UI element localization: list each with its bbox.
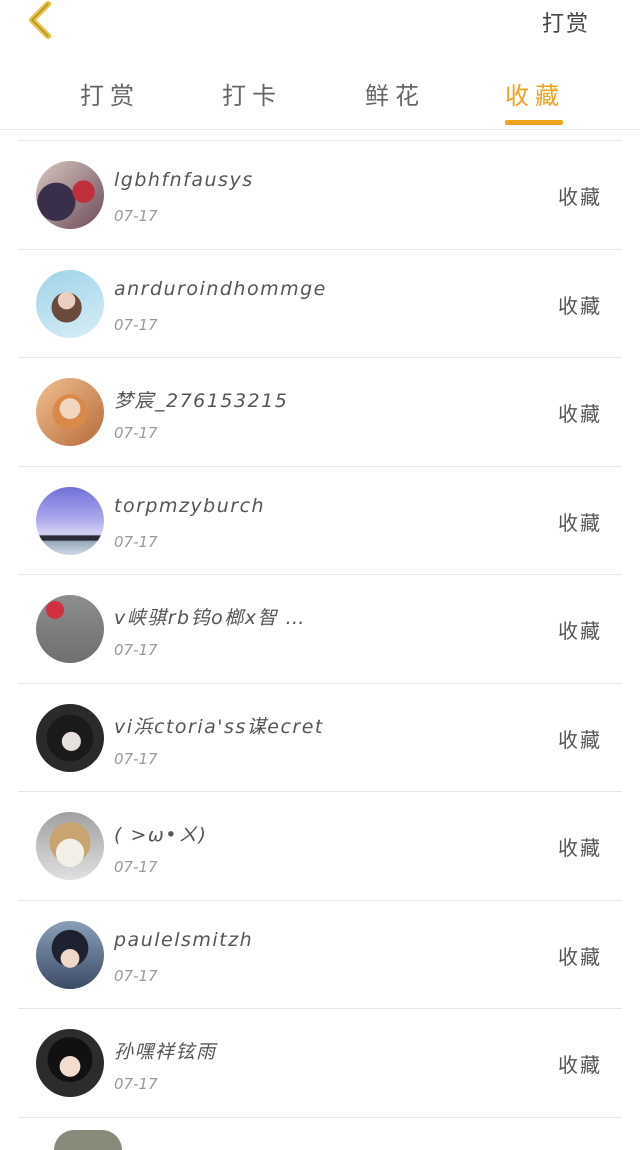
user-name: vi浜ctoria'ss谋ecret [114,715,324,738]
date: 07-17 [114,749,158,768]
user-name: torpmzyburch [114,494,266,517]
list-item[interactable]: 孙嘿祥铉雨 07-17 收藏 [18,1009,622,1118]
back-button[interactable] [22,0,62,44]
list-item[interactable]: paulelsmitzh 07-17 收藏 [18,901,622,1009]
list-item[interactable]: anrduroindhommge 07-17 收藏 [18,250,622,358]
tab-flowers[interactable]: 鲜花 [365,76,425,111]
favorite-label: 收藏 [558,944,602,969]
tab-bar: 打赏 打卡 鲜花 收藏 [0,62,640,130]
date: 07-17 [114,532,158,551]
date: 07-17 [114,858,158,876]
user-name: ( >ω•ㄨ) [114,824,208,846]
tabs-divider [0,129,640,130]
reward-button[interactable]: 打赏 [542,6,590,38]
avatar[interactable] [36,812,104,880]
list-item[interactable]: 梦宸_276153215 07-17 收藏 [18,358,622,467]
list-item[interactable]: lgbhfnfausys 07-17 收藏 [18,141,622,250]
date: 07-17 [114,641,158,659]
user-name: anrduroindhommge [114,277,327,300]
favorites-list: lgbhfnfausys 07-17 收藏 anrduroindhommge 0… [18,141,622,1118]
date: 07-17 [114,207,158,225]
favorite-label: 收藏 [558,510,602,535]
favorite-label: 收藏 [558,402,602,426]
avatar[interactable] [36,269,104,338]
chevron-left-icon [29,1,51,39]
favorite-label: 收藏 [558,836,602,860]
avatar[interactable] [36,1029,104,1097]
favorite-label: 收藏 [558,1053,602,1077]
user-name: lgbhfnfausys [114,169,254,191]
avatar[interactable] [36,703,104,772]
user-name: 梦宸_276153215 [114,390,289,412]
avatar[interactable] [36,920,104,989]
avatar[interactable] [36,486,104,555]
avatar[interactable] [36,378,104,446]
list-item[interactable]: v峡骐rb钨o榔x智 … 07-17 收藏 [18,575,622,684]
user-name: paulelsmitzh [114,928,254,951]
top-bar: 打赏 [0,0,640,60]
list-item[interactable]: vi浜ctoria'ss谋ecret 07-17 收藏 [18,684,622,792]
user-name: 孙嘿祥铉雨 [114,1041,217,1063]
date: 07-17 [114,1075,158,1093]
tab-checkin[interactable]: 打卡 [222,76,282,111]
date: 07-17 [114,966,158,985]
tab-reward[interactable]: 打赏 [80,76,140,111]
avatar[interactable] [36,161,104,229]
favorite-label: 收藏 [558,619,602,643]
avatar[interactable] [54,1130,122,1150]
favorite-label: 收藏 [558,185,602,209]
favorite-label: 收藏 [558,727,602,752]
avatar[interactable] [36,595,104,663]
active-tab-indicator [505,120,563,125]
date: 07-17 [114,424,158,442]
tab-favorites[interactable]: 收藏 [505,76,565,111]
list-item[interactable]: torpmzyburch 07-17 收藏 [18,467,622,575]
date: 07-17 [114,315,158,334]
list-item[interactable]: ( >ω•ㄨ) 07-17 收藏 [18,792,622,901]
favorite-label: 收藏 [558,293,602,318]
user-name: v峡骐rb钨o榔x智 … [114,607,307,629]
